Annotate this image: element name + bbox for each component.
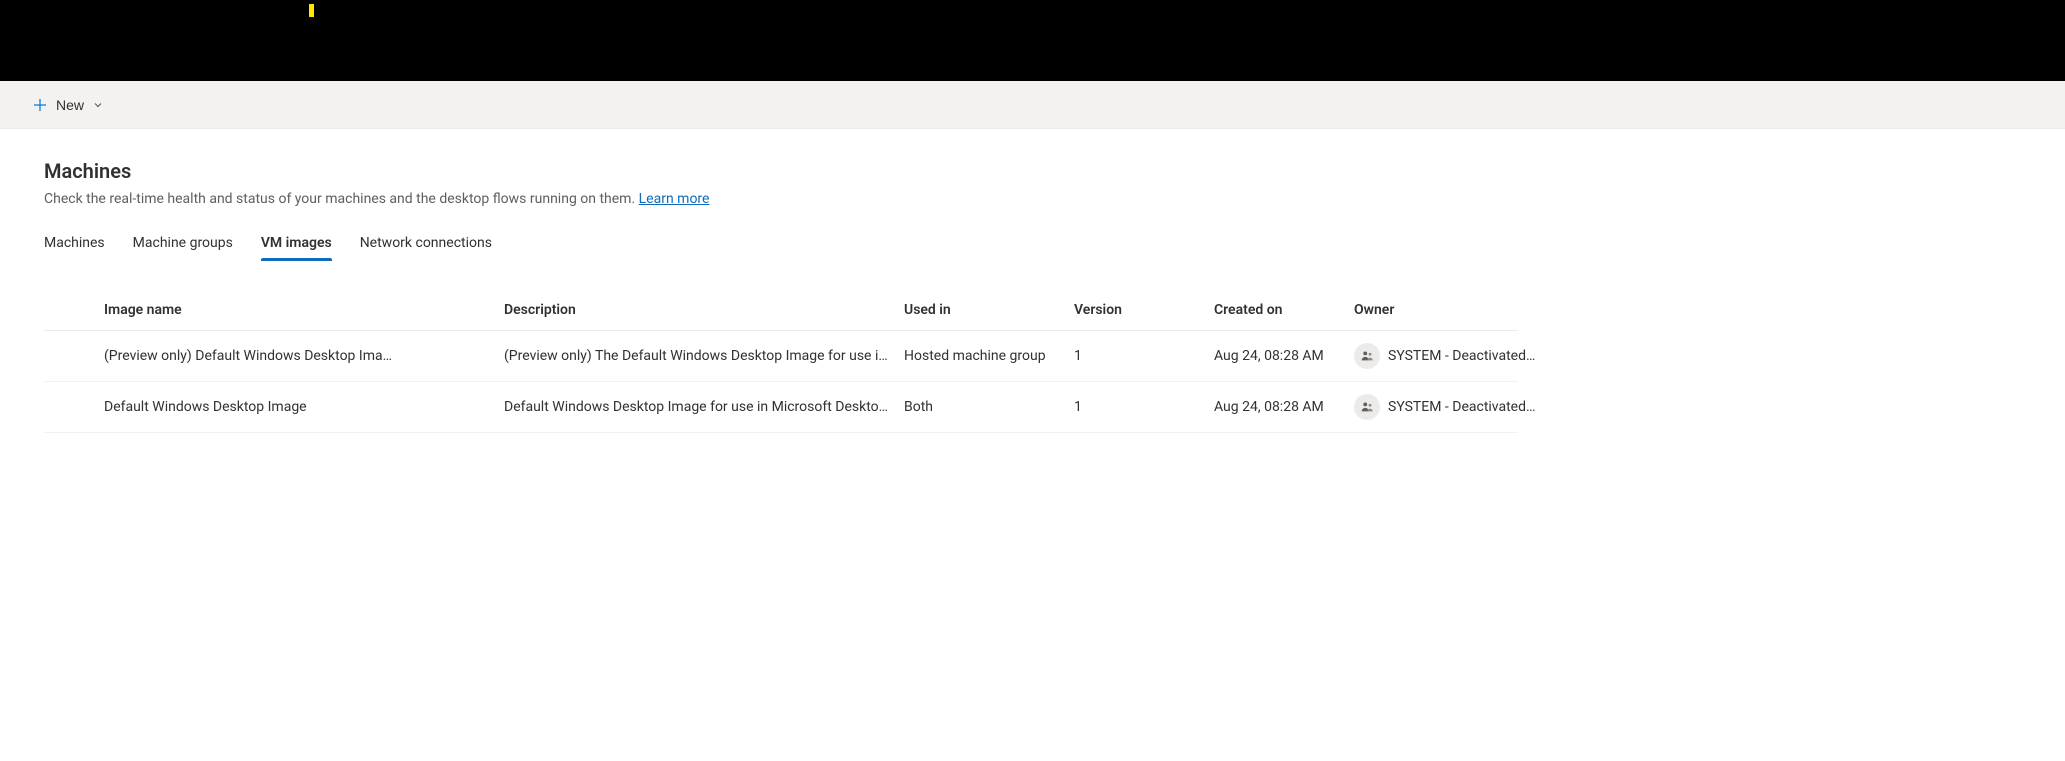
new-button-label: New xyxy=(56,97,84,113)
col-created-on[interactable]: Created on xyxy=(1214,302,1354,318)
cell-used-in: Hosted machine group xyxy=(904,348,1074,364)
vm-images-grid: Image name Description Used in Version C… xyxy=(44,290,1518,433)
cell-image-name: Default Windows Desktop Image xyxy=(104,399,504,415)
cell-owner: SYSTEM - Deactivated… xyxy=(1354,394,1574,420)
plus-icon xyxy=(32,97,48,113)
table-row[interactable]: (Preview only) Default Windows Desktop I… xyxy=(44,331,1518,382)
owner-text: SYSTEM - Deactivated… xyxy=(1388,399,1535,415)
cell-version: 1 xyxy=(1074,399,1214,415)
tab-machine-groups[interactable]: Machine groups xyxy=(133,227,233,261)
tab-machines[interactable]: Machines xyxy=(44,227,105,261)
main-content: Machines Check the real-time health and … xyxy=(0,129,1550,433)
cell-description: Default Windows Desktop Image for use in… xyxy=(504,399,904,415)
tab-vm-images[interactable]: VM images xyxy=(261,227,332,261)
col-image-name[interactable]: Image name xyxy=(104,302,504,318)
page-title: Machines xyxy=(44,159,1518,183)
subtitle-text: Check the real-time health and status of… xyxy=(44,191,635,207)
tab-label: Network connections xyxy=(360,235,492,251)
cell-owner: SYSTEM - Deactivated… xyxy=(1354,343,1574,369)
new-button[interactable]: New xyxy=(24,91,112,119)
owner-avatar-icon xyxy=(1354,343,1380,369)
col-owner[interactable]: Owner xyxy=(1354,302,1574,318)
cell-image-name: (Preview only) Default Windows Desktop I… xyxy=(104,348,504,364)
table-row[interactable]: Default Windows Desktop Image Default Wi… xyxy=(44,382,1518,433)
col-used-in[interactable]: Used in xyxy=(904,302,1074,318)
tabs: Machines Machine groups VM images Networ… xyxy=(44,227,1518,262)
text-cursor-indicator xyxy=(309,4,314,17)
cell-created-on: Aug 24, 08:28 AM xyxy=(1214,399,1354,415)
cell-created-on: Aug 24, 08:28 AM xyxy=(1214,348,1354,364)
cell-version: 1 xyxy=(1074,348,1214,364)
tab-label: VM images xyxy=(261,235,332,251)
learn-more-link[interactable]: Learn more xyxy=(639,191,710,207)
chevron-down-icon xyxy=(92,99,104,111)
cell-description: (Preview only) The Default Windows Deskt… xyxy=(504,348,904,364)
owner-text: SYSTEM - Deactivated… xyxy=(1388,348,1535,364)
top-black-bar xyxy=(0,0,2065,81)
col-description[interactable]: Description xyxy=(504,302,904,318)
tab-network-connections[interactable]: Network connections xyxy=(360,227,492,261)
command-bar: New xyxy=(0,81,2065,129)
tab-label: Machine groups xyxy=(133,235,233,251)
page-subtitle: Check the real-time health and status of… xyxy=(44,191,1518,207)
col-version[interactable]: Version xyxy=(1074,302,1214,318)
cell-used-in: Both xyxy=(904,399,1074,415)
grid-header-row: Image name Description Used in Version C… xyxy=(44,290,1518,331)
owner-avatar-icon xyxy=(1354,394,1380,420)
tab-label: Machines xyxy=(44,235,105,251)
